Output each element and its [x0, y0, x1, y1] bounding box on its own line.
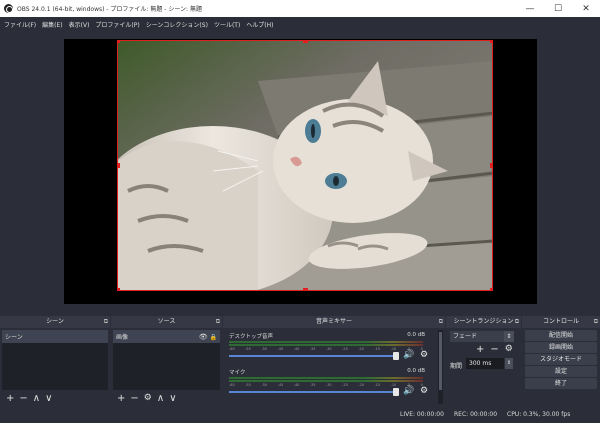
gear-icon[interactable]: ⚙: [420, 350, 430, 360]
preview-area: [0, 31, 600, 312]
speaker-icon[interactable]: 🔊: [403, 350, 414, 360]
resize-handle-top-right[interactable]: [490, 41, 492, 43]
menu-view[interactable]: 表示(V): [69, 20, 90, 29]
remove-scene-icon[interactable]: −: [19, 393, 27, 404]
resize-handle-left[interactable]: [118, 163, 120, 168]
window-title: OBS 24.0.1 (64-bit, windows) - プロファイル: 無…: [17, 6, 202, 13]
transitions-title: シーントランジション ⧉: [446, 316, 521, 328]
resize-handle-bottom-right[interactable]: [490, 288, 492, 290]
resize-handle-top[interactable]: [303, 41, 308, 43]
controls-dock: コントロール ⧉ 配信開始 録画開始 スタジオモード 設定 終了: [522, 316, 600, 406]
rec-timer: REC: 00:00:00: [454, 411, 498, 418]
preview-canvas[interactable]: [64, 39, 537, 304]
start-recording-button[interactable]: 録画開始: [525, 342, 597, 353]
cat-image-source[interactable]: [117, 40, 493, 291]
speaker-icon[interactable]: 🔊: [403, 386, 414, 396]
transition-toolbar: + − ⚙: [476, 344, 513, 355]
move-scene-down-icon[interactable]: ∨: [45, 393, 52, 404]
resize-handle-right[interactable]: [490, 163, 492, 168]
source-list-item[interactable]: 画像 👁 🔒: [113, 330, 220, 343]
move-source-down-icon[interactable]: ∨: [169, 393, 176, 404]
dock-float-icon[interactable]: ⧉: [104, 316, 108, 328]
audio-mixer-dock: 音声ミキサー ⧉ デスクトップ音声 0.0 dB -60 -55 -50 -45…: [223, 316, 445, 406]
gear-icon[interactable]: ⚙: [420, 386, 430, 396]
menu-bar: ファイル(F) 編集(E) 表示(V) プロファイル(P) シーンコレクション(…: [0, 17, 600, 31]
track-name: デスクトップ音声: [229, 334, 274, 340]
volume-meter: [229, 377, 423, 379]
add-scene-icon[interactable]: +: [6, 393, 14, 404]
scenes-dock: シーン ⧉ シーン + − ∧ ∨: [0, 316, 110, 406]
obs-logo-icon: [4, 4, 13, 13]
volume-meter: [229, 380, 423, 382]
settings-button[interactable]: 設定: [525, 366, 597, 377]
move-scene-up-icon[interactable]: ∧: [33, 393, 40, 404]
cpu-fps-readout: CPU: 0.3%, 30.00 fps: [507, 411, 571, 418]
sources-list[interactable]: 画像 👁 🔒: [113, 330, 220, 390]
exit-button[interactable]: 終了: [525, 378, 597, 389]
volume-meter: [229, 341, 423, 343]
menu-file[interactable]: ファイル(F): [4, 20, 36, 29]
menu-profile[interactable]: プロファイル(P): [95, 20, 139, 29]
duration-input[interactable]: 300 ms: [466, 358, 504, 369]
start-streaming-button[interactable]: 配信開始: [525, 330, 597, 341]
minimize-button[interactable]: —: [516, 0, 544, 17]
volume-meter: [229, 344, 423, 346]
transition-properties-icon[interactable]: ⚙: [505, 344, 513, 355]
volume-slider[interactable]: [229, 391, 397, 393]
sources-toolbar: + − ⚙ ∧ ∨: [113, 391, 220, 405]
mixer-scrollbar[interactable]: [438, 330, 443, 404]
transition-select-arrows-icon[interactable]: ⇕: [504, 331, 514, 342]
duration-spin-icon[interactable]: ⇕: [505, 358, 513, 369]
dock-float-icon[interactable]: ⧉: [594, 316, 598, 328]
volume-slider-handle[interactable]: [393, 352, 399, 360]
menu-edit[interactable]: 編集(E): [42, 20, 62, 29]
resize-handle-top-left[interactable]: [118, 41, 120, 43]
move-source-up-icon[interactable]: ∧: [157, 393, 164, 404]
studio-mode-button[interactable]: スタジオモード: [525, 354, 597, 365]
dock-float-icon[interactable]: ⧉: [439, 316, 443, 328]
live-timer: LIVE: 00:00:00: [400, 411, 444, 418]
scene-transitions-dock: シーントランジション ⧉ フェード ⇕ + − ⚙ 期間 300 ms ⇕: [446, 316, 521, 406]
track-level: 0.0 dB: [407, 332, 425, 338]
track-level: 0.0 dB: [407, 368, 425, 374]
menu-scene-collection[interactable]: シーンコレクション(S): [146, 20, 208, 29]
sources-dock: ソース ⧉ 画像 👁 🔒 + − ⚙ ∧ ∨: [111, 316, 222, 406]
sources-dock-title: ソース ⧉: [111, 316, 222, 328]
menu-tools[interactable]: ツール(T): [214, 20, 240, 29]
mixer-track-desktop: デスクトップ音声 0.0 dB -60 -55 -50 -45 -40 -35 …: [227, 332, 430, 366]
remove-source-icon[interactable]: −: [130, 393, 138, 404]
mixer-track-mic: マイク 0.0 dB -60 -55 -50 -45 -40 -35 -30 -…: [227, 368, 430, 402]
scene-list-item[interactable]: シーン: [2, 330, 108, 343]
track-name: マイク: [229, 370, 246, 376]
add-transition-icon[interactable]: +: [476, 344, 484, 355]
resize-handle-bottom[interactable]: [303, 288, 308, 290]
menu-help[interactable]: ヘルプ(H): [246, 20, 273, 29]
remove-transition-icon[interactable]: −: [490, 344, 498, 355]
eye-icon[interactable]: 👁: [199, 333, 208, 341]
dock-float-icon[interactable]: ⧉: [515, 316, 519, 328]
lock-icon[interactable]: 🔒: [210, 334, 217, 341]
scrollbar-thumb[interactable]: [439, 332, 442, 390]
mixer-body: デスクトップ音声 0.0 dB -60 -55 -50 -45 -40 -35 …: [225, 330, 437, 404]
add-source-icon[interactable]: +: [117, 393, 125, 404]
source-properties-icon[interactable]: ⚙: [144, 393, 152, 403]
scenes-list[interactable]: シーン: [2, 330, 108, 390]
maximize-button[interactable]: ☐: [544, 0, 572, 17]
scenes-toolbar: + − ∧ ∨: [2, 391, 108, 405]
close-button[interactable]: ✕: [572, 0, 600, 17]
audio-mixer-title: 音声ミキサー ⧉: [223, 316, 445, 328]
controls-title: コントロール ⧉: [522, 316, 600, 328]
title-bar: OBS 24.0.1 (64-bit, windows) - プロファイル: 無…: [0, 0, 600, 17]
duration-label: 期間: [450, 363, 463, 370]
cat-photo: [118, 41, 492, 290]
volume-slider[interactable]: [229, 355, 397, 357]
dock-float-icon[interactable]: ⧉: [216, 316, 220, 328]
volume-slider-handle[interactable]: [393, 388, 399, 396]
scenes-dock-title: シーン ⧉: [0, 316, 110, 328]
resize-handle-bottom-left[interactable]: [118, 288, 120, 290]
status-bar: LIVE: 00:00:00 REC: 00:00:00 CPU: 0.3%, …: [0, 407, 600, 423]
